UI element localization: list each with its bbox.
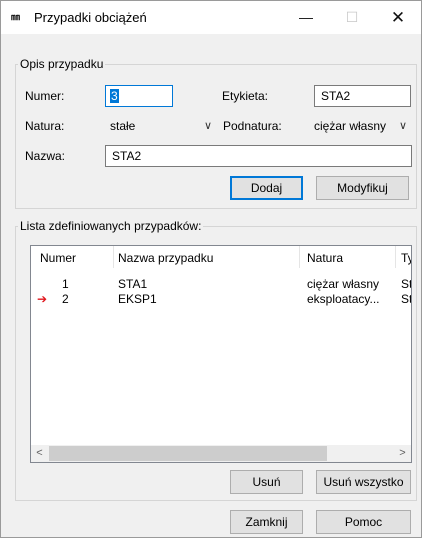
label-input[interactable]: STA2 (314, 85, 411, 107)
modify-button[interactable]: Modyfikuj (316, 176, 409, 200)
column-divider[interactable] (299, 246, 300, 268)
maximize-button[interactable]: ☐ (329, 1, 375, 34)
title-bar: ㎜ Przypadki obciążeń — ☐ ✕ (1, 1, 421, 34)
row-number: 2 (62, 292, 69, 306)
number-input[interactable]: 3 (105, 85, 173, 107)
column-header-nature[interactable]: Natura (307, 251, 343, 265)
case-list-legend: Lista zdefiniowanych przypadków: (20, 219, 202, 233)
nature-label: Natura: (25, 119, 65, 133)
row-number: 1 (62, 277, 69, 291)
row-nature: ciężar własny (307, 277, 380, 291)
case-description-legend: Opis przypadku (20, 57, 104, 71)
name-input[interactable]: STA2 (105, 145, 412, 167)
scrollbar-thumb[interactable] (49, 446, 327, 461)
row-type: St (401, 277, 412, 291)
row-name: STA1 (118, 277, 148, 291)
chevron-down-icon: ∨ (203, 120, 212, 132)
nature-select[interactable]: stałe ∨ (105, 115, 217, 137)
load-cases-dialog: ㎜ Przypadki obciążeń — ☐ ✕ Opis przypadk… (0, 0, 422, 538)
subnature-selected: ciężar własny (314, 119, 387, 133)
label-label: Etykieta: (222, 89, 269, 103)
window-title: Przypadki obciążeń (34, 10, 147, 25)
cases-list[interactable]: Numer Nazwa przypadku Natura Ty 1 STA1 c… (30, 245, 412, 463)
column-header-number[interactable]: Numer (40, 251, 76, 265)
scroll-right-button[interactable]: > (394, 445, 411, 462)
column-divider[interactable] (113, 246, 114, 268)
horizontal-scrollbar[interactable]: < > (31, 445, 411, 462)
row-nature: eksploatacy... (307, 292, 380, 306)
chevron-down-icon: ∨ (398, 120, 407, 132)
subnature-label: Podnatura: (223, 119, 282, 133)
column-header-name[interactable]: Nazwa przypadku (118, 251, 213, 265)
delete-all-button[interactable]: Usuń wszystko (316, 470, 411, 494)
row-type: St (401, 292, 412, 306)
list-header: Numer Nazwa przypadku Natura Ty (31, 246, 411, 268)
close-window-button[interactable]: ✕ (375, 1, 421, 34)
row-name: EKSP1 (118, 292, 157, 306)
table-row[interactable]: ➔ 2 EKSP1 eksploatacy... St (31, 292, 411, 308)
delete-button[interactable]: Usuń (230, 470, 303, 494)
arrow-right-icon: ➔ (37, 292, 48, 306)
nature-selected: stałe (110, 119, 136, 133)
column-header-type[interactable]: Ty (401, 251, 411, 265)
subnature-select[interactable]: ciężar własny ∨ (311, 115, 412, 137)
number-value: 3 (110, 89, 119, 103)
minimize-button[interactable]: — (283, 1, 329, 34)
table-row[interactable]: 1 STA1 ciężar własny St (31, 277, 411, 293)
number-label: Numer: (25, 89, 65, 103)
close-button[interactable]: Zamknij (230, 510, 303, 534)
app-icon: ㎜ (11, 12, 20, 22)
help-button[interactable]: Pomoc (316, 510, 411, 534)
column-divider[interactable] (395, 246, 396, 268)
add-button[interactable]: Dodaj (230, 176, 303, 200)
name-label: Nazwa: (25, 149, 66, 163)
scroll-left-button[interactable]: < (31, 445, 48, 462)
